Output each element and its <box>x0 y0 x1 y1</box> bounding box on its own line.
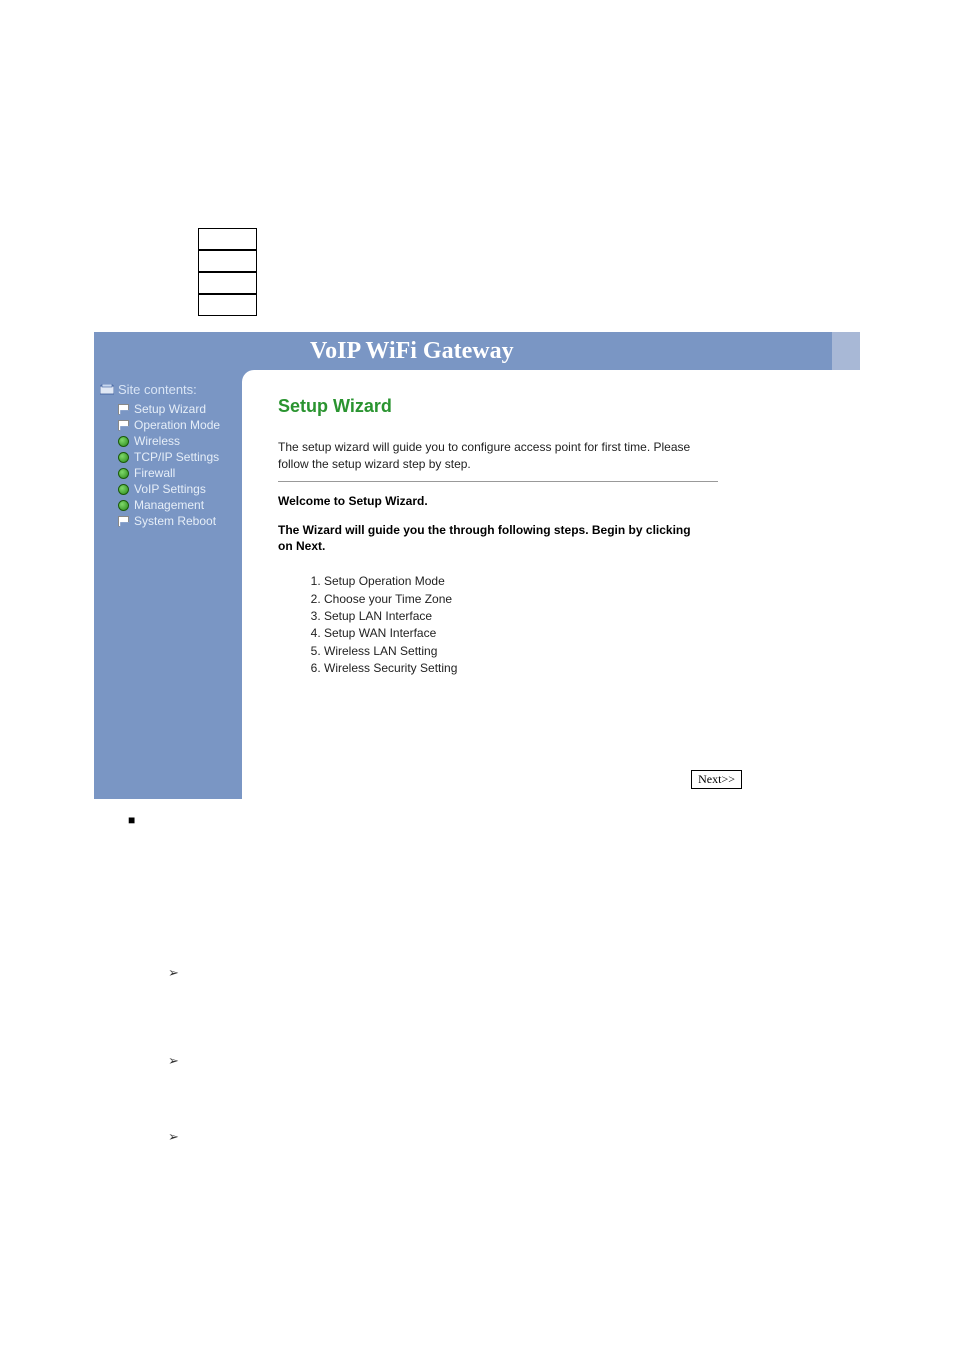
nav-item-system-reboot[interactable]: System Reboot <box>118 513 234 529</box>
sidebar: Site contents: Setup Wizard Operation Mod… <box>94 370 242 799</box>
arrow-bullet-2: ➢ <box>168 1053 954 1069</box>
steps-list: Setup Operation ModeChoose your Time Zon… <box>278 573 830 677</box>
content-panel: Setup Wizard The setup wizard will guide… <box>242 370 860 799</box>
header-bar: VoIP WiFi Gateway <box>94 332 860 370</box>
intro-text: The setup wizard will guide you to confi… <box>278 439 708 473</box>
nav-item-label: System Reboot <box>134 514 216 528</box>
wizard-step: Wireless Security Setting <box>324 660 830 677</box>
nav-item-label: Management <box>134 498 204 512</box>
nav-item-operation-mode[interactable]: Operation Mode <box>118 417 234 433</box>
guide-text: The Wizard will guide you the through fo… <box>278 522 708 556</box>
wizard-step: Setup Operation Mode <box>324 573 830 590</box>
globe-icon <box>118 500 129 511</box>
globe-icon <box>118 468 129 479</box>
flag-icon <box>118 420 129 431</box>
nav-item-tcp-ip-settings[interactable]: TCP/IP Settings <box>118 449 234 465</box>
arrow-bullet-3: ➢ <box>168 1129 954 1145</box>
sidebar-title: Site contents: <box>118 382 197 397</box>
nav-item-management[interactable]: Management <box>118 497 234 513</box>
wizard-step: Wireless LAN Setting <box>324 643 830 660</box>
app-window: VoIP WiFi Gateway Site contents: Setup W… <box>94 332 860 799</box>
welcome-heading: Welcome to Setup Wizard. <box>278 494 830 508</box>
nav-item-label: TCP/IP Settings <box>134 450 219 464</box>
page-title: Setup Wizard <box>278 396 830 417</box>
globe-icon <box>118 436 129 447</box>
globe-icon <box>118 452 129 463</box>
next-button[interactable]: Next>> <box>691 770 742 789</box>
nav-item-setup-wizard[interactable]: Setup Wizard <box>118 401 234 417</box>
wizard-step: Choose your Time Zone <box>324 591 830 608</box>
nav-item-label: VoIP Settings <box>134 482 206 496</box>
square-bullet: ■ <box>128 813 954 827</box>
wizard-step: Setup LAN Interface <box>324 608 830 625</box>
divider <box>278 481 718 482</box>
header-accent <box>832 332 860 370</box>
flag-icon <box>118 404 129 415</box>
globe-icon <box>118 484 129 495</box>
wizard-step: Setup WAN Interface <box>324 625 830 642</box>
nav-item-firewall[interactable]: Firewall <box>118 465 234 481</box>
site-contents-icon <box>100 384 114 396</box>
flag-icon <box>118 516 129 527</box>
nav-item-label: Setup Wizard <box>134 402 206 416</box>
placeholder-table <box>198 228 257 316</box>
nav-item-label: Wireless <box>134 434 180 448</box>
nav-item-wireless[interactable]: Wireless <box>118 433 234 449</box>
header-title: VoIP WiFi Gateway <box>310 338 514 365</box>
arrow-bullet-1: ➢ <box>168 965 954 981</box>
nav-item-label: Operation Mode <box>134 418 220 432</box>
nav-item-voip-settings[interactable]: VoIP Settings <box>118 481 234 497</box>
nav-item-label: Firewall <box>134 466 175 480</box>
